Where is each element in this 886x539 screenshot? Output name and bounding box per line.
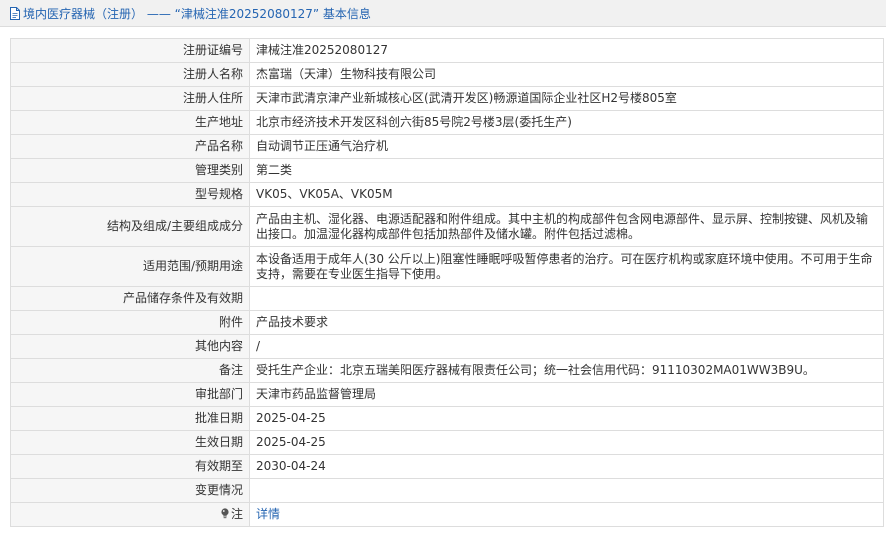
value-approval-date: 2025-04-25 [249, 406, 884, 431]
value-registrant-address: 天津市武清京津产业新城核心区(武清开发区)畅源道国际企业社区H2号楼805室 [249, 86, 884, 111]
label-approval-dept: 审批部门 [10, 382, 250, 407]
row-scope: 适用范围/预期用途 本设备适用于成年人(30 公斤以上)阻塞性睡眠呼吸暂停患者的… [10, 246, 884, 287]
device-info-table: 注册证编号 津械注准20252080127 注册人名称 杰富瑞（天津）生物科技有… [10, 38, 884, 527]
label-model: 型号规格 [10, 182, 250, 207]
row-category: 管理类别 第二类 [10, 158, 884, 183]
breadcrumb-separator: —— [146, 6, 171, 21]
label-other: 其他内容 [10, 334, 250, 359]
label-registrant: 注册人名称 [10, 62, 250, 87]
value-attachment: 产品技术要求 [249, 310, 884, 335]
value-changes [249, 478, 884, 503]
breadcrumb-record: “津械注准20252080127” [174, 6, 320, 21]
value-registrant: 杰富瑞（天津）生物科技有限公司 [249, 62, 884, 87]
value-reg-no: 津械注准20252080127 [249, 38, 884, 63]
row-product-name: 产品名称 自动调节正压通气治疗机 [10, 134, 884, 159]
label-remark: 备注 [10, 358, 250, 383]
breadcrumb-section[interactable]: 境内医疗器械（注册） [23, 7, 143, 21]
row-approval-date: 批准日期 2025-04-25 [10, 406, 884, 431]
value-approval-dept: 天津市药品监督管理局 [249, 382, 884, 407]
lightbulb-icon [220, 508, 230, 519]
value-note-cell: 详情 [249, 502, 884, 527]
row-approval-dept: 审批部门 天津市药品监督管理局 [10, 382, 884, 407]
value-scope: 本设备适用于成年人(30 公斤以上)阻塞性睡眠呼吸暂停患者的治疗。可在医疗机构或… [249, 246, 884, 287]
row-changes: 变更情况 [10, 478, 884, 503]
row-other: 其他内容 / [10, 334, 884, 359]
details-link[interactable]: 详情 [256, 507, 280, 521]
row-model: 型号规格 VK05、VK05A、VK05M [10, 182, 884, 207]
row-composition: 结构及组成/主要组成成分 产品由主机、湿化器、电源适配器和附件组成。其中主机的构… [10, 206, 884, 247]
value-other: / [249, 334, 884, 359]
row-registrant: 注册人名称 杰富瑞（天津）生物科技有限公司 [10, 62, 884, 87]
breadcrumb-bar: 境内医疗器械（注册） —— “津械注准20252080127” 基本信息 [0, 0, 886, 27]
row-note: 注 详情 [10, 502, 884, 527]
value-valid-until: 2030-04-24 [249, 454, 884, 479]
label-category: 管理类别 [10, 158, 250, 183]
value-category: 第二类 [249, 158, 884, 183]
document-icon [9, 6, 21, 20]
row-remark: 备注 受托生产企业：北京五瑞美阳医疗器械有限责任公司；统一社会信用代码：9111… [10, 358, 884, 383]
label-reg-no: 注册证编号 [10, 38, 250, 63]
label-production-address: 生产地址 [10, 110, 250, 135]
row-registrant-address: 注册人住所 天津市武清京津产业新城核心区(武清开发区)畅源道国际企业社区H2号楼… [10, 86, 884, 111]
row-production-address: 生产地址 北京市经济技术开发区科创六街85号院2号楼3层(委托生产) [10, 110, 884, 135]
row-valid-until: 有效期至 2030-04-24 [10, 454, 884, 479]
row-attachment: 附件 产品技术要求 [10, 310, 884, 335]
label-attachment: 附件 [10, 310, 250, 335]
label-note-cell: 注 [10, 502, 250, 527]
label-approval-date: 批准日期 [10, 406, 250, 431]
value-composition: 产品由主机、湿化器、电源适配器和附件组成。其中主机的构成部件包含网电源部件、显示… [249, 206, 884, 247]
breadcrumb: 境内医疗器械（注册） —— “津械注准20252080127” 基本信息 [23, 5, 371, 22]
value-production-address: 北京市经济技术开发区科创六街85号院2号楼3层(委托生产) [249, 110, 884, 135]
label-note: 注 [230, 507, 243, 521]
value-remark: 受托生产企业：北京五瑞美阳医疗器械有限责任公司；统一社会信用代码：9111030… [249, 358, 884, 383]
row-storage: 产品储存条件及有效期 [10, 286, 884, 311]
value-model: VK05、VK05A、VK05M [249, 182, 884, 207]
label-product-name: 产品名称 [10, 134, 250, 159]
breadcrumb-suffix: 基本信息 [322, 6, 371, 21]
label-storage: 产品储存条件及有效期 [10, 286, 250, 311]
row-reg-no: 注册证编号 津械注准20252080127 [10, 38, 884, 63]
label-changes: 变更情况 [10, 478, 250, 503]
label-composition: 结构及组成/主要组成成分 [10, 206, 250, 247]
label-scope: 适用范围/预期用途 [10, 246, 250, 287]
label-valid-until: 有效期至 [10, 454, 250, 479]
label-effective-date: 生效日期 [10, 430, 250, 455]
value-storage [249, 286, 884, 311]
label-registrant-address: 注册人住所 [10, 86, 250, 111]
row-effective-date: 生效日期 2025-04-25 [10, 430, 884, 455]
value-product-name: 自动调节正压通气治疗机 [249, 134, 884, 159]
value-effective-date: 2025-04-25 [249, 430, 884, 455]
